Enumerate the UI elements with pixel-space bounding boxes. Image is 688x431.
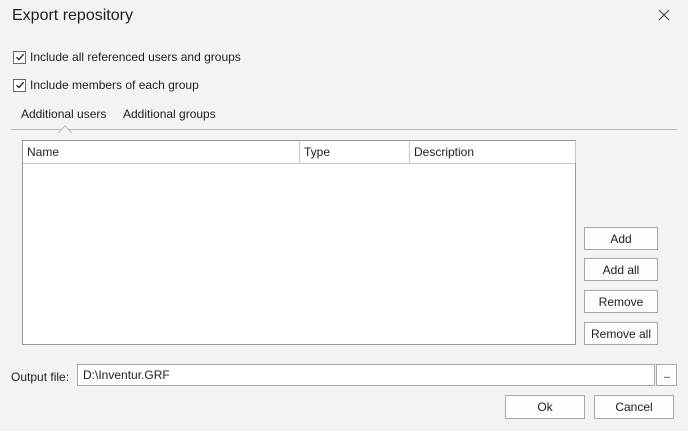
- checkmark-icon: [13, 50, 26, 64]
- add-all-button[interactable]: Add all: [584, 258, 658, 281]
- include-members-label: Include members of each group: [30, 78, 199, 92]
- output-file-label: Output file:: [11, 370, 70, 384]
- checkmark-icon: [13, 78, 26, 92]
- output-file-field[interactable]: [77, 364, 655, 386]
- tab-additional-groups[interactable]: Additional groups: [122, 107, 217, 121]
- close-icon: [658, 9, 670, 24]
- include-referenced-label: Include all referenced users and groups: [30, 50, 241, 64]
- ok-button[interactable]: Ok: [505, 395, 585, 419]
- remove-button[interactable]: Remove: [584, 290, 658, 313]
- include-referenced-checkbox[interactable]: Include all referenced users and groups: [13, 50, 241, 64]
- browse-button[interactable]: ...: [656, 364, 677, 386]
- ellipsis-icon: ...: [663, 369, 670, 381]
- dialog-title: Export repository: [12, 7, 133, 24]
- tab-additional-users[interactable]: Additional users: [20, 107, 107, 121]
- close-button[interactable]: [650, 4, 678, 28]
- column-header-description[interactable]: Description: [410, 141, 576, 163]
- cancel-button[interactable]: Cancel: [594, 395, 674, 419]
- users-grid[interactable]: Name Type Description: [22, 140, 576, 345]
- add-button[interactable]: Add: [584, 227, 658, 250]
- tab-divider: [11, 129, 677, 130]
- include-members-checkbox[interactable]: Include members of each group: [13, 78, 199, 92]
- column-header-name[interactable]: Name: [23, 141, 300, 163]
- remove-all-button[interactable]: Remove all: [584, 322, 658, 345]
- active-tab-indicator: [57, 122, 73, 134]
- column-header-type[interactable]: Type: [300, 141, 410, 163]
- grid-header: Name Type Description: [23, 141, 576, 164]
